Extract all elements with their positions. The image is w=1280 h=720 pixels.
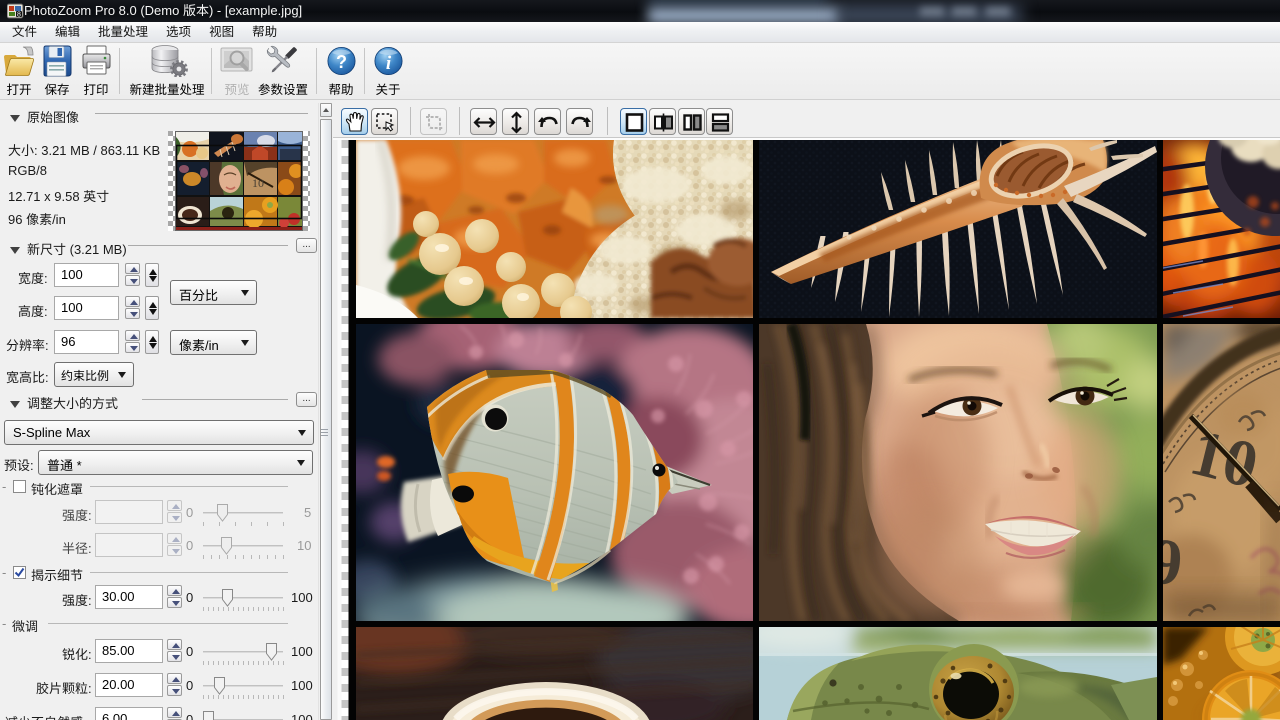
svg-text:10: 10 (252, 176, 264, 190)
svg-text:?: ? (336, 52, 347, 72)
svg-text:8: 8 (17, 12, 21, 19)
svg-text:i: i (385, 53, 391, 74)
